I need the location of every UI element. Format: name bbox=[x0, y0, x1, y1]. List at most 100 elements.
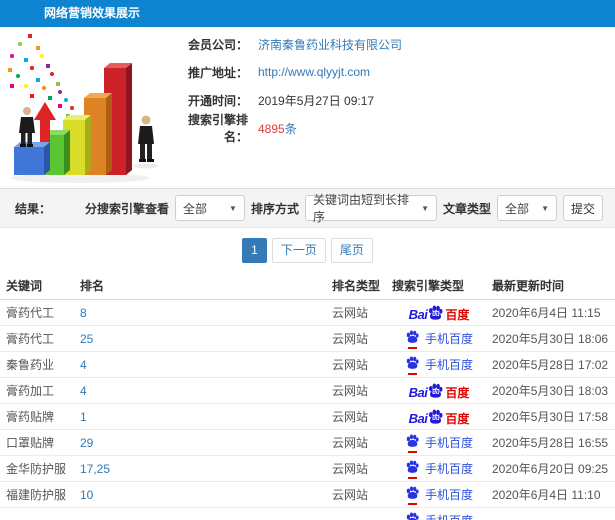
growth-chart-illustration bbox=[0, 30, 172, 185]
engine-filter-select[interactable]: 全部 ▼ bbox=[174, 195, 245, 221]
page-button-current[interactable]: 1 bbox=[242, 238, 267, 263]
3d-bar-chart-clipart bbox=[8, 34, 158, 183]
table-row: 膏药加工 4 云网站 Bai du 百度 手机百度 2020年5月30日 18:… bbox=[0, 378, 615, 404]
engine-cell: Bai du 百度 手机百度 bbox=[392, 409, 486, 425]
chevron-down-icon: ▼ bbox=[541, 203, 549, 213]
rank-cell: 4 bbox=[80, 358, 332, 372]
rank-link[interactable]: 1 bbox=[80, 410, 87, 424]
engine-cell: Bai du 百度 手机百度 bbox=[392, 330, 486, 349]
businessman-left bbox=[19, 107, 35, 147]
filter-controls: 分搜索引擎查看 全部 ▼ 排序方式 关键词由短到长排序 ▼ 文章类型 全部 ▼ 提交 bbox=[85, 193, 603, 224]
rank-type-cell: 云网站 bbox=[332, 436, 369, 450]
promo-url-label: 推广地址： bbox=[187, 65, 248, 80]
rank-type-cell: 云网站 bbox=[332, 410, 369, 424]
mobile-baidu-logo: 手机百度 bbox=[405, 434, 473, 453]
baidu-logo: Bai du 百度 bbox=[409, 409, 469, 425]
mobile-baidu-paw-icon bbox=[405, 512, 420, 520]
rank-link[interactable]: 8 bbox=[80, 306, 87, 320]
header-update-time: 最新更新时间 bbox=[492, 279, 565, 293]
last-page-button[interactable]: 尾页 bbox=[330, 238, 373, 263]
update-time-cell: 2020年6月20日 09:25 bbox=[492, 462, 609, 476]
mobile-baidu-logo: 手机百度 bbox=[405, 486, 473, 505]
rank-type-cell: 云网站 bbox=[332, 488, 369, 502]
update-time-cell: 2020年5月30日 18:03 bbox=[492, 384, 609, 398]
rank-type-cell: 云网站 bbox=[332, 384, 369, 398]
mobile-baidu-underline bbox=[407, 503, 417, 505]
rank-cell: 1 bbox=[80, 410, 332, 424]
rank-type-cell: 云网站 bbox=[332, 306, 369, 320]
info-row-rank-count: 搜索引擎排名： 4895条 bbox=[170, 113, 615, 144]
rank-cell: 4 bbox=[80, 384, 332, 398]
submit-button[interactable]: 提交 bbox=[563, 195, 603, 221]
keyword-cell: 福建防护服 bbox=[6, 488, 67, 502]
update-time-cell: 2020年5月30日 18:06 bbox=[492, 332, 609, 346]
engine-cell: Bai du 百度 手机百度 bbox=[392, 356, 486, 375]
baidu-paw-icon: du bbox=[427, 383, 444, 399]
page-title: 网络营销效果展示 bbox=[0, 0, 615, 27]
table-row: 膏药贴牌 1 云网站 Bai du 百度 手机百度 2020年5月30日 17:… bbox=[0, 404, 615, 430]
rank-count-value: 4895条 bbox=[258, 120, 297, 137]
keywords-table: 关键词 排名 排名类型 搜索引擎类型 最新更新时间 膏药代工 8 云网站 Bai… bbox=[0, 272, 615, 520]
sort-filter-value: 关键词由短到长排序 bbox=[312, 193, 409, 224]
keyword-cell: 膏药加工 bbox=[6, 384, 55, 398]
rank-link[interactable]: 29 bbox=[80, 436, 93, 450]
header-rank: 排名 bbox=[80, 279, 105, 293]
rank-count-number: 4895 bbox=[258, 121, 285, 136]
keyword-cell: 膏药代工 bbox=[6, 306, 55, 320]
info-row-open-time: 开通时间： 2019年5月27日 09:17 bbox=[170, 86, 615, 114]
rank-type-cell: 云网站 bbox=[332, 332, 369, 346]
baidu-paw-icon: du bbox=[427, 305, 444, 321]
table-row: 膏药代工 8 云网站 Bai du 百度 手机百度 2020年6月4日 11:1… bbox=[0, 300, 615, 326]
table-row: 口罩贴牌 29 云网站 Bai du 百度 手机百度 2020年5月28日 16… bbox=[0, 430, 615, 456]
table-row: 金华防护服 17,25 云网站 Bai du 百度 手机百度 2020年6月20… bbox=[0, 456, 615, 482]
mobile-baidu-text: 手机百度 bbox=[424, 358, 473, 372]
baidu-du-text: du bbox=[432, 311, 440, 318]
rank-count-label: 搜索引擎排名： bbox=[187, 113, 248, 144]
table-row: 膏药代工 25 云网站 Bai du 百度 手机百度 2020年5月30日 18… bbox=[0, 326, 615, 352]
keyword-cell: 金华防护服 bbox=[6, 462, 67, 476]
keyword-cell: 膏药贴牌 bbox=[6, 410, 55, 424]
results-label: 结果： bbox=[15, 201, 52, 216]
member-info: 会员公司： 济南秦鲁药业科技有限公司 推广地址： http://www.qlyy… bbox=[170, 30, 615, 145]
baidu-latin-text: Bai bbox=[408, 306, 428, 322]
info-row-url: 推广地址： http://www.qlyyjt.com bbox=[170, 58, 615, 86]
next-page-button[interactable]: 下一页 bbox=[271, 238, 326, 263]
mobile-baidu-logo: 手机百度 bbox=[405, 356, 473, 375]
mobile-baidu-logo: 手机百度 bbox=[405, 512, 473, 520]
mobile-baidu-underline bbox=[407, 347, 417, 349]
promo-url-link[interactable]: http://www.qlyyjt.com bbox=[258, 65, 370, 79]
article-type-value: 全部 bbox=[505, 201, 530, 216]
mobile-baidu-logo: 手机百度 bbox=[405, 460, 473, 479]
rank-link[interactable]: 4 bbox=[80, 358, 87, 372]
rank-link[interactable]: 17,25 bbox=[80, 462, 110, 476]
mobile-baidu-paw-icon bbox=[405, 330, 420, 349]
table-row: 秦鲁药业 4 云网站 Bai du 百度 手机百度 2020年5月28日 17:… bbox=[0, 352, 615, 378]
rank-link[interactable]: 25 bbox=[80, 332, 93, 346]
mobile-baidu-paw-icon bbox=[405, 356, 420, 375]
company-label: 会员公司： bbox=[187, 37, 248, 52]
mobile-baidu-paw-icon bbox=[405, 460, 420, 479]
marketing-report-page: 网络营销效果展示 会员公司： 济南秦鲁药业科技有限公司 推广地址： http:/… bbox=[0, 0, 615, 520]
company-name-link[interactable]: 济南秦鲁药业科技有限公司 bbox=[258, 36, 402, 53]
baidu-cn-text: 百度 bbox=[445, 307, 470, 322]
engine-cell: Bai du 百度 手机百度 bbox=[392, 460, 486, 479]
update-time-cell: 2020年5月28日 16:55 bbox=[492, 436, 609, 450]
header-engine-type: 搜索引擎类型 bbox=[392, 279, 465, 293]
chevron-down-icon: ▼ bbox=[421, 203, 429, 213]
keyword-cell: 口罩贴牌 bbox=[6, 436, 55, 450]
engine-filter-value: 全部 bbox=[182, 201, 207, 216]
article-type-select[interactable]: 全部 ▼ bbox=[497, 195, 557, 221]
rank-type-cell: 云网站 bbox=[332, 462, 369, 476]
baidu-logo: Bai du 百度 bbox=[408, 305, 470, 322]
rank-link[interactable]: 4 bbox=[80, 384, 87, 398]
rank-cell: 17,25 bbox=[80, 462, 332, 476]
rank-cell: 25 bbox=[80, 332, 332, 346]
engine-cell: Bai du 百度 手机百度 bbox=[392, 305, 486, 321]
baidu-latin-text: Bai bbox=[408, 384, 428, 400]
keyword-cell: 秦鲁药业 bbox=[6, 358, 55, 372]
mobile-baidu-text: 手机百度 bbox=[424, 488, 473, 502]
rank-link[interactable]: 10 bbox=[80, 488, 93, 502]
sort-filter-select[interactable]: 关键词由短到长排序 ▼ bbox=[304, 193, 437, 224]
results-filter-bar: 结果： 分搜索引擎查看 全部 ▼ 排序方式 关键词由短到长排序 ▼ 文章类型 全部 ▼… bbox=[0, 188, 615, 228]
engine-cell: Bai du 百度 手机百度 bbox=[392, 512, 486, 520]
